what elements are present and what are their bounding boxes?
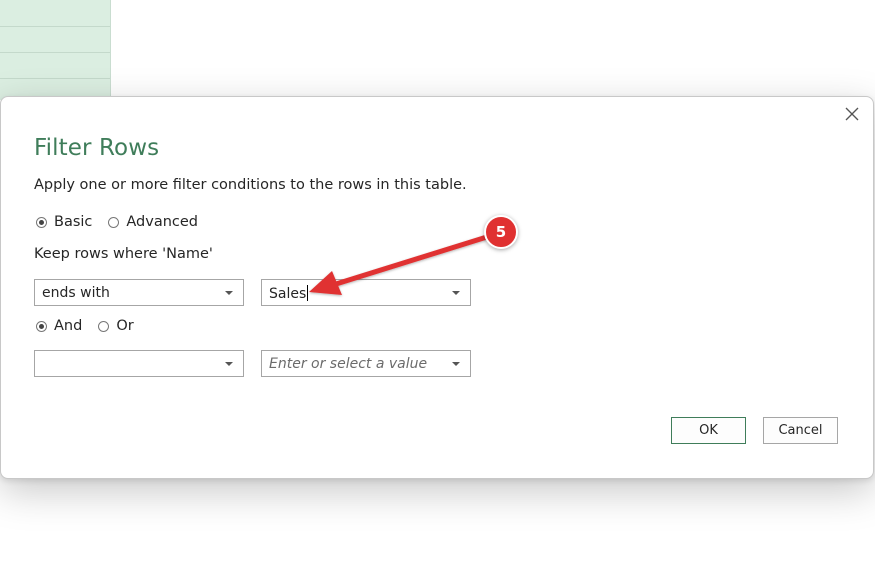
advanced-radio-label: Advanced [126,214,199,230]
or-radio-label: Or [116,318,134,334]
condition1-operator-dropdown[interactable]: ends with [34,279,244,306]
close-button[interactable] [841,103,863,125]
chevron-down-icon [225,291,233,295]
and-radio-label: And [54,318,83,334]
chevron-down-icon [225,362,233,366]
condition2-value-placeholder: Enter or select a value [269,356,428,372]
basic-radio-indicator[interactable] [36,216,47,228]
chevron-down-icon [452,362,460,366]
mode-radio-group: Basic Advanced [36,214,214,230]
ok-button[interactable]: OK [671,417,746,444]
advanced-radio[interactable]: Advanced [108,214,198,230]
condition1-value-text: Sales [269,286,307,302]
chevron-down-icon [452,291,460,295]
basic-radio[interactable]: Basic [36,214,92,230]
cancel-button[interactable]: Cancel [763,417,838,444]
basic-radio-label: Basic [54,214,93,230]
and-radio[interactable]: And [36,318,82,334]
filter-rows-dialog: Filter Rows Apply one or more filter con… [0,96,874,479]
condition1-operator-value: ends with [42,285,110,301]
and-radio-indicator[interactable] [36,320,47,332]
or-radio[interactable]: Or [98,318,134,334]
sheet-row-divider [0,52,110,53]
sheet-row-divider [0,26,110,27]
step-number-badge: 5 [484,215,518,249]
sheet-row-divider [0,78,110,79]
dialog-title: Filter Rows [34,135,160,161]
text-cursor [307,285,309,301]
dialog-description: Apply one or more filter conditions to t… [34,177,467,193]
background-sheet-cells [0,0,111,100]
or-radio-indicator[interactable] [98,320,110,332]
condition2-value-combobox[interactable]: Enter or select a value [261,350,471,377]
condition1-value-combobox[interactable]: Sales [261,279,471,306]
condition1-value-wrapper: Sales [269,285,309,302]
advanced-radio-indicator[interactable] [108,216,120,228]
close-icon [845,107,859,121]
logic-radio-group: And Or [36,318,150,334]
condition2-operator-dropdown[interactable] [34,350,244,377]
keep-rows-label: Keep rows where 'Name' [34,246,213,262]
